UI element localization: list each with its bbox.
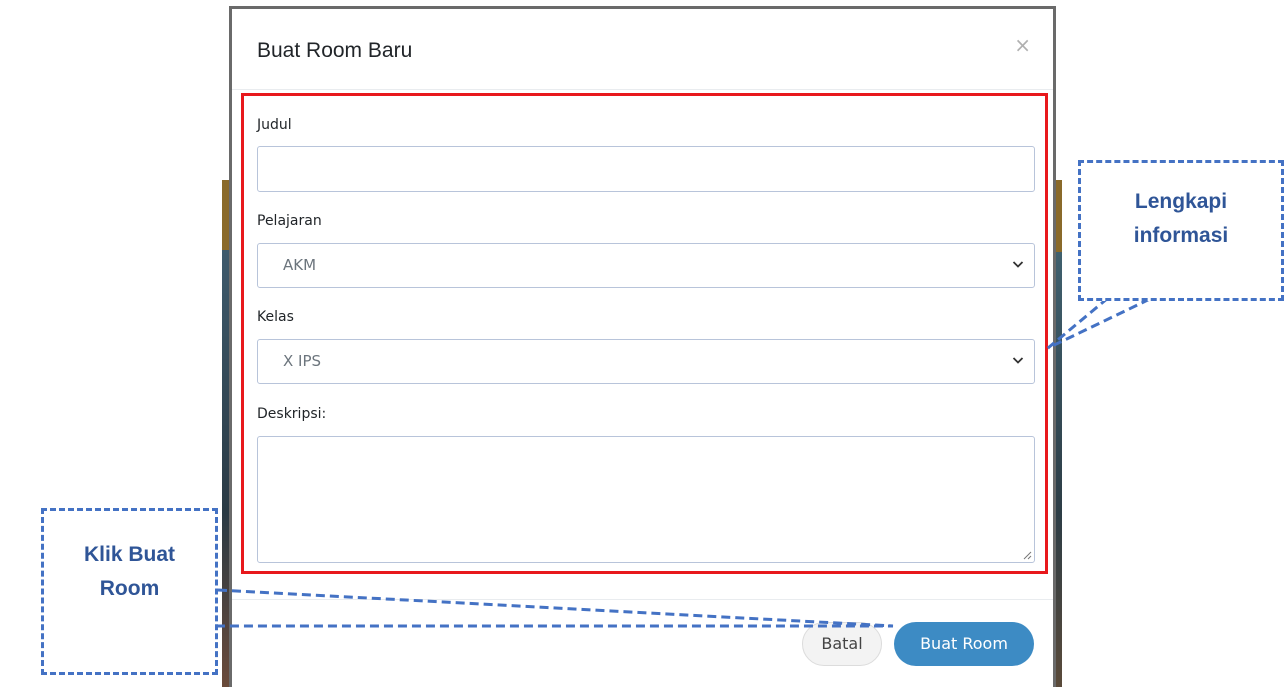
kelas-select[interactable]: X IPS [257, 339, 1035, 384]
chevron-down-icon [1012, 357, 1024, 364]
callout-complete-info: Lengkapi informasi [1078, 160, 1284, 301]
create-room-button[interactable]: Buat Room [894, 622, 1034, 666]
callout-click-create: Klik Buat Room [41, 508, 218, 675]
chevron-down-icon [1012, 261, 1024, 268]
cancel-button[interactable]: Batal [802, 622, 882, 666]
callout-complete-info-line1: Lengkapi [1134, 190, 1228, 213]
resize-grip-icon[interactable] [1022, 550, 1032, 560]
close-icon[interactable]: × [1014, 33, 1031, 57]
pelajaran-selected-value: AKM [283, 256, 317, 274]
kelas-selected-value: X IPS [283, 352, 322, 370]
kelas-label: Kelas [257, 309, 294, 325]
pelajaran-label: Pelajaran [257, 213, 322, 229]
judul-label: Judul [257, 117, 292, 133]
background-strip [1055, 252, 1062, 687]
judul-input[interactable] [257, 146, 1035, 192]
callout-click-create-line1: Klik Buat [83, 543, 175, 566]
pelajaran-select[interactable]: AKM [257, 243, 1035, 288]
callout-click-create-line2: Room [99, 577, 160, 600]
modal-title: Buat Room Baru [257, 39, 413, 62]
deskripsi-textarea[interactable] [257, 436, 1035, 563]
create-room-modal: Buat Room Baru × Judul Pelajaran AKM Kel… [229, 6, 1056, 687]
background-strip [1055, 180, 1062, 252]
form-highlight-box: Judul Pelajaran AKM Kelas X IPS Deskrips… [241, 93, 1048, 574]
modal-footer-divider [232, 599, 1053, 600]
screenshot-stage: Buat Room Baru × Judul Pelajaran AKM Kel… [0, 0, 1286, 687]
deskripsi-label: Deskripsi: [257, 406, 327, 422]
modal-header: Buat Room Baru × [232, 9, 1053, 90]
callout-complete-info-line2: informasi [1133, 224, 1229, 247]
